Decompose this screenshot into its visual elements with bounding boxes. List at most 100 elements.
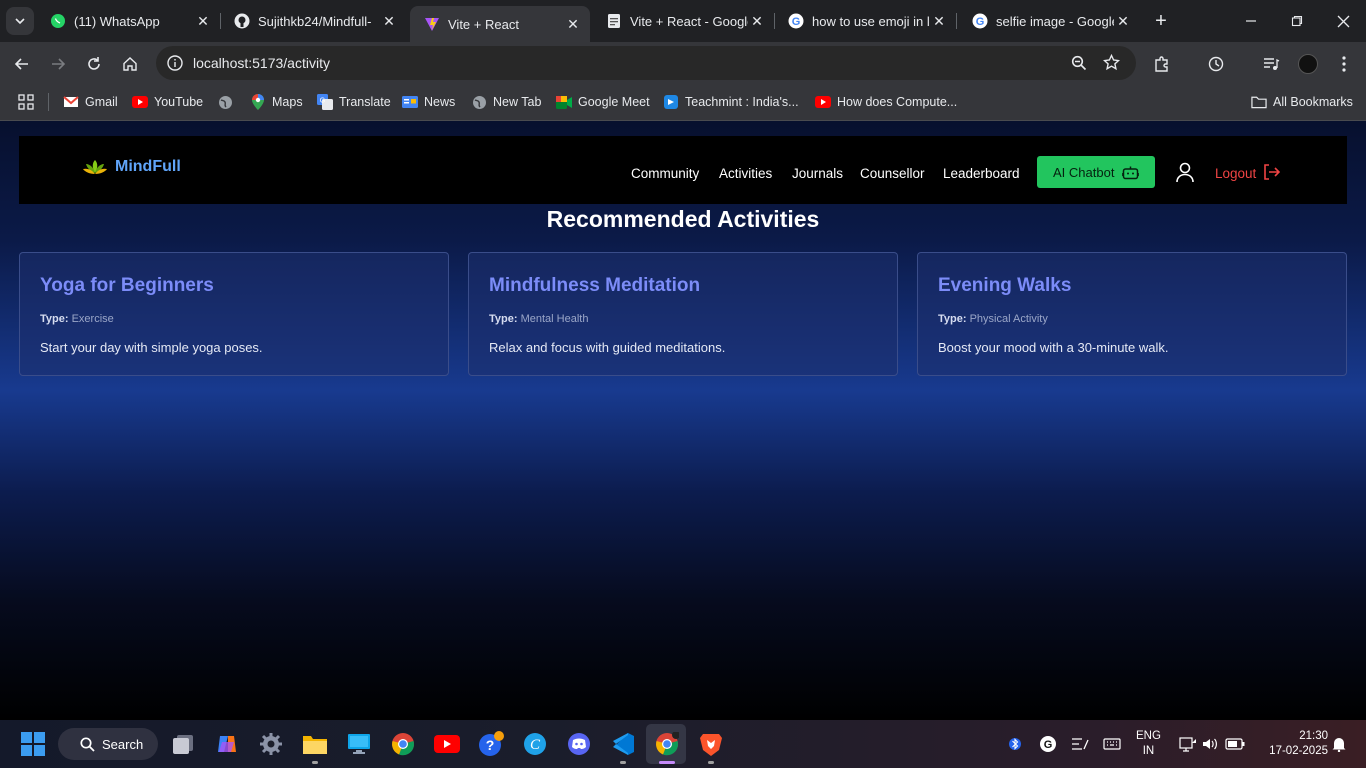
file-explorer-app[interactable] [302, 731, 328, 757]
activity-card[interactable]: Yoga for Beginners Type: Exercise Start … [19, 252, 449, 376]
chatbot-label: AI Chatbot [1053, 164, 1115, 180]
discord-app[interactable] [566, 731, 592, 757]
restore-button[interactable] [1274, 8, 1320, 34]
bookmark-gmail[interactable]: Gmail [63, 92, 118, 112]
media-controls-button[interactable] [1257, 50, 1285, 78]
back-button[interactable] [8, 50, 36, 78]
forward-button[interactable] [44, 50, 72, 78]
network-icon[interactable] [1178, 734, 1198, 754]
language-indicator[interactable]: ENG IN [1136, 729, 1161, 759]
user-profile-icon[interactable] [1174, 161, 1196, 183]
apps-button[interactable] [18, 92, 34, 112]
logout-button[interactable]: Logout [1215, 164, 1281, 181]
tab-title: (11) WhatsApp [74, 13, 160, 29]
remote-desktop-app[interactable] [346, 731, 372, 757]
chrome-icon [656, 732, 679, 756]
history-button[interactable] [1202, 50, 1230, 78]
youtube-app[interactable] [434, 731, 460, 757]
close-window-button[interactable] [1320, 8, 1366, 34]
brave-app[interactable] [698, 731, 724, 757]
site-info-icon[interactable] [166, 54, 184, 72]
zoom-icon[interactable] [1071, 55, 1087, 71]
bookmark-maps[interactable]: Maps [250, 92, 303, 112]
forward-arrow-icon [52, 58, 66, 70]
start-button[interactable] [20, 731, 46, 757]
bookmark-globe[interactable] [217, 92, 239, 112]
chrome-app-active[interactable] [654, 731, 680, 757]
address-bar[interactable]: localhost:5173/activity [156, 46, 1136, 80]
reload-button[interactable] [80, 50, 108, 78]
type-value: Mental Health [520, 313, 589, 325]
bookmark-news[interactable]: News [402, 92, 455, 112]
bookmark-translate[interactable]: G Translate [317, 92, 391, 112]
chrome-icon [392, 733, 414, 756]
close-tab-icon[interactable]: ✕ [194, 12, 212, 30]
bookmark-label: YouTube [154, 95, 204, 109]
tab-google-docs[interactable]: Vite + React - Google ✕ [592, 6, 775, 36]
tab-search-button[interactable] [6, 7, 34, 35]
home-button[interactable] [116, 50, 144, 78]
all-bookmarks-label: All Bookmarks [1273, 95, 1353, 109]
bookmark-star-icon[interactable] [1103, 54, 1120, 71]
pen-menu-icon[interactable] [1070, 734, 1090, 754]
bookmark-how-does-computer[interactable]: How does Compute... [815, 92, 957, 112]
nav-community[interactable]: Community [631, 166, 699, 181]
activity-card[interactable]: Mindfulness Meditation Type: Mental Heal… [468, 252, 898, 376]
folder-icon [1251, 94, 1267, 110]
vscode-app[interactable] [610, 731, 636, 757]
settings-app[interactable] [258, 731, 284, 757]
close-tab-icon[interactable]: ✕ [930, 12, 948, 30]
svg-text:G: G [792, 16, 801, 28]
battery-icon[interactable] [1224, 734, 1246, 754]
bookmark-google-meet[interactable]: Google Meet [556, 92, 650, 112]
canva-app[interactable]: C [522, 731, 548, 757]
bookmark-youtube[interactable]: YouTube [132, 92, 203, 112]
bookmark-new-tab[interactable]: New Tab [471, 92, 541, 112]
activity-type: Type: Mental Health [489, 313, 588, 325]
news-icon [402, 94, 418, 110]
gear-icon [260, 733, 282, 755]
tab-vite-react-active[interactable]: Vite + React ✕ [410, 6, 590, 42]
keyboard-icon[interactable] [1102, 734, 1122, 754]
running-indicator [312, 761, 318, 764]
menu-button[interactable] [1330, 50, 1358, 78]
copilot-button[interactable] [214, 731, 240, 757]
minimize-button[interactable] [1228, 8, 1274, 34]
taskbar-search[interactable]: Search [58, 728, 158, 760]
tab-title: selfie image - Google [996, 13, 1114, 29]
tab-title: Sujithkb24/Mindfull- [258, 13, 372, 29]
bookmark-teachmint[interactable]: Teachmint : India's... [663, 92, 799, 112]
close-tab-icon[interactable]: ✕ [748, 12, 766, 30]
close-tab-icon[interactable]: ✕ [380, 12, 398, 30]
url-text[interactable]: localhost:5173/activity [193, 55, 330, 71]
nav-leaderboard[interactable]: Leaderboard [943, 166, 1020, 181]
grammarly-icon[interactable]: G [1038, 734, 1058, 754]
notification-icon[interactable] [1330, 734, 1348, 754]
nav-counsellor[interactable]: Counsellor [860, 166, 925, 181]
clock-time: 21:30 [1299, 730, 1328, 742]
tab-google-selfie[interactable]: G selfie image - Google ✕ [958, 6, 1140, 36]
app-logo[interactable]: MindFull [83, 158, 181, 176]
close-tab-icon[interactable]: ✕ [564, 15, 582, 33]
all-bookmarks-button[interactable]: All Bookmarks [1251, 92, 1353, 112]
task-view-button[interactable] [170, 731, 196, 757]
profile-button[interactable] [1294, 50, 1322, 78]
new-tab-button[interactable]: + [1150, 10, 1172, 32]
chevron-down-icon [15, 18, 25, 25]
nav-activities[interactable]: Activities [719, 166, 772, 181]
help-app[interactable]: ? [478, 731, 504, 757]
tab-github[interactable]: Sujithkb24/Mindfull- ✕ [220, 6, 406, 36]
globe-icon [217, 94, 233, 110]
bluetooth-icon[interactable] [1006, 734, 1024, 754]
clock[interactable]: 21:30 17-02-2025 [1258, 729, 1328, 759]
nav-journals[interactable]: Journals [792, 166, 843, 181]
extensions-button[interactable] [1148, 50, 1176, 78]
volume-icon[interactable] [1200, 734, 1220, 754]
tab-google-emoji[interactable]: G how to use emoji in l ✕ [774, 6, 957, 36]
tab-whatsapp[interactable]: (11) WhatsApp ✕ [36, 6, 221, 36]
ai-chatbot-button[interactable]: AI Chatbot [1037, 156, 1155, 188]
tab-title: how to use emoji in l [812, 13, 930, 29]
close-tab-icon[interactable]: ✕ [1114, 12, 1132, 30]
chrome-app[interactable] [390, 731, 416, 757]
activity-card[interactable]: Evening Walks Type: Physical Activity Bo… [917, 252, 1347, 376]
